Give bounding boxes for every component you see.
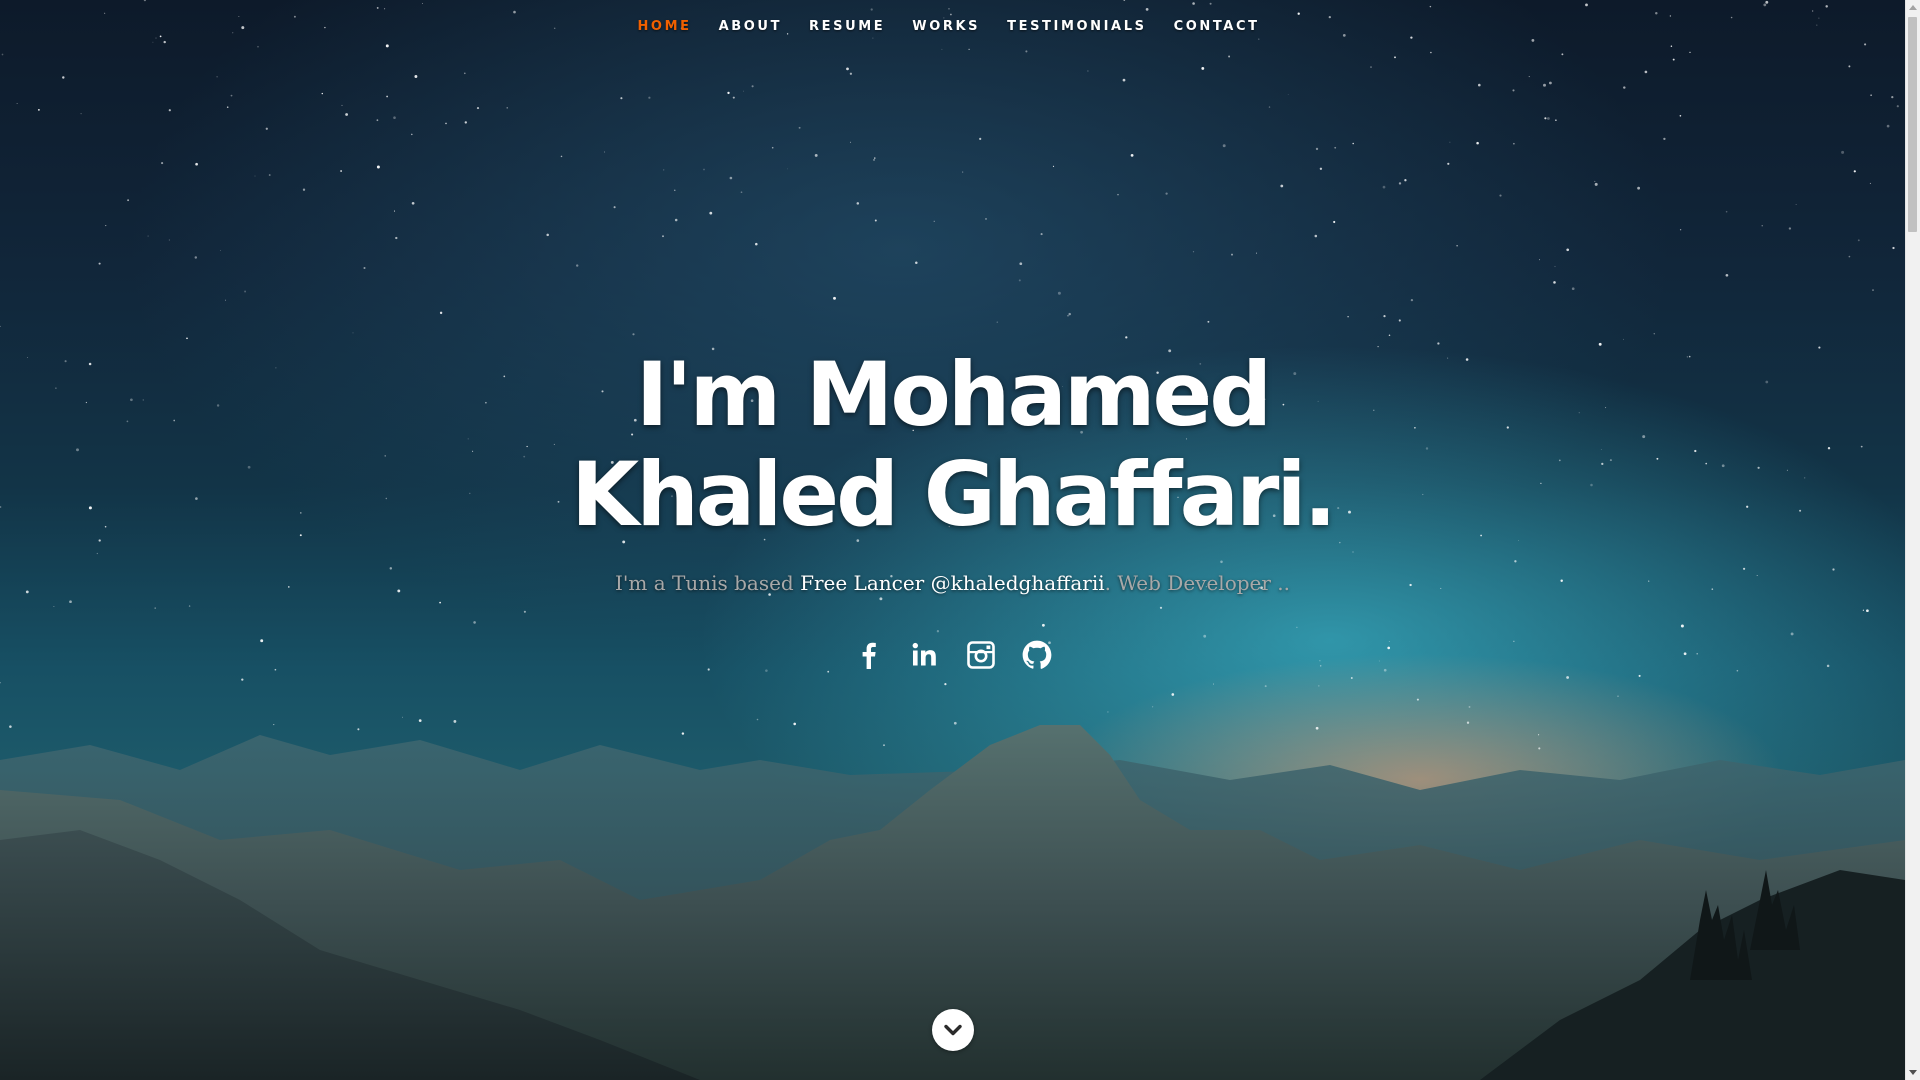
nav-item-works: Works	[912, 15, 980, 34]
nav-list: Home About Resume Works Testimonials Con…	[637, 15, 1259, 34]
facebook-link[interactable]	[854, 640, 884, 670]
nav-link-about[interactable]: About	[719, 19, 782, 34]
subtitle-highlight: Free Lancer @khaledghaffarii	[800, 571, 1105, 595]
subtitle-trail: . Web Developer ..	[1104, 571, 1291, 595]
scroll-down-button[interactable]	[932, 1009, 974, 1051]
github-link[interactable]	[1022, 640, 1052, 670]
linkedin-icon	[912, 642, 936, 666]
linkedin-link[interactable]	[910, 640, 940, 670]
page-scrollbar[interactable]	[1905, 0, 1920, 1080]
page: Home About Resume Works Testimonials Con…	[0, 0, 1920, 1080]
hero-banner: I'm Mohamed Khaled Ghaffari. I'm a Tunis…	[0, 343, 1905, 596]
scroll-down-arrow-icon[interactable]	[1909, 1070, 1917, 1075]
nav-link-works[interactable]: Works	[912, 19, 980, 34]
hero-header: Home About Resume Works Testimonials Con…	[0, 0, 1905, 1080]
scrollbar-thumb[interactable]	[1908, 17, 1917, 232]
github-icon	[1022, 640, 1051, 669]
hero-headline: I'm Mohamed Khaled Ghaffari.	[571, 343, 1337, 546]
nav-link-home[interactable]: Home	[637, 19, 691, 34]
nav-item-about: About	[719, 15, 782, 34]
nav-link-testimonials[interactable]: Testimonials	[1007, 19, 1146, 34]
subtitle-lead: I'm a Tunis based	[614, 571, 801, 595]
nav-link-contact[interactable]: Contact	[1174, 19, 1260, 34]
top-navigation: Home About Resume Works Testimonials Con…	[0, 0, 1905, 48]
nav-link-resume[interactable]: Resume	[809, 19, 885, 34]
scroll-up-arrow-icon[interactable]	[1909, 5, 1917, 10]
facebook-icon	[862, 642, 876, 669]
chevron-down-icon	[944, 1024, 962, 1036]
instagram-icon	[966, 641, 995, 669]
instagram-link[interactable]	[966, 640, 996, 670]
nav-item-resume: Resume	[809, 15, 885, 34]
nav-item-home: Home	[637, 15, 691, 34]
social-links	[0, 640, 1905, 670]
hero-subtitle: I'm a Tunis based Free Lancer @khaledgha…	[0, 571, 1905, 595]
nav-item-contact: Contact	[1174, 15, 1260, 34]
nav-item-testimonials: Testimonials	[1007, 15, 1146, 34]
